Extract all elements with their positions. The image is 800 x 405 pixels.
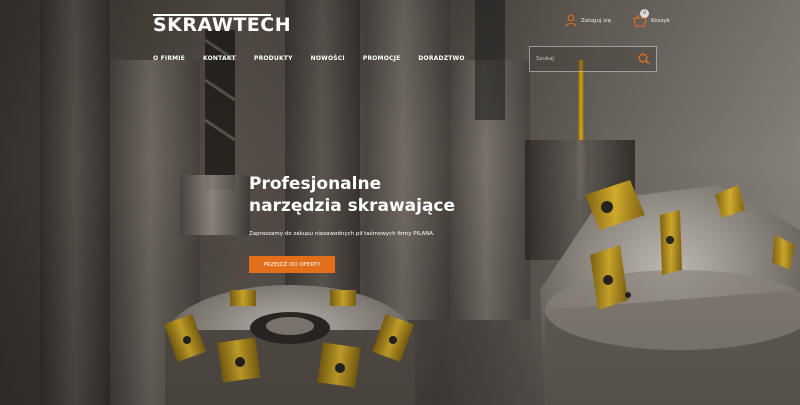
search-input[interactable] [536, 56, 626, 62]
nav-item-o-firmie[interactable]: O FIRMIE [153, 55, 185, 62]
hero-title-line-2: narzędzia skrawające [249, 196, 456, 216]
login-link[interactable]: Zaloguj się [565, 14, 611, 27]
logo-bar [153, 14, 271, 16]
search-box [529, 46, 657, 72]
go-to-offer-button[interactable]: PRZEJDŹ DO OFERTY [249, 256, 335, 273]
search-icon[interactable] [638, 53, 650, 65]
cart-count-badge: 0 [640, 9, 650, 18]
header-actions: Zaloguj się 0 Koszyk [565, 9, 670, 27]
cart-label: Koszyk [651, 17, 670, 24]
hero-banner: SKRAWTECH Zaloguj się 0 Koszyk O FIRMIE … [0, 0, 800, 405]
nav-item-promocje[interactable]: PROMOCJE [363, 55, 401, 62]
nav-item-kontakt[interactable]: KONTAKT [203, 55, 236, 62]
nav-item-doradztwo[interactable]: DORADZTWO [418, 55, 464, 62]
logo-text: SKRAWTECH [153, 14, 292, 36]
hero-subtitle: Zapraszamy do zakupu niezawodnych pił ta… [249, 231, 435, 237]
nav-item-produkty[interactable]: PRODUKTY [254, 55, 293, 62]
cart-link[interactable]: 0 Koszyk [633, 9, 670, 27]
login-label: Zaloguj się [581, 17, 612, 24]
main-nav: O FIRMIE KONTAKT PRODUKTY NOWOŚCI PROMOC… [153, 55, 483, 62]
user-icon [565, 14, 577, 27]
site-logo[interactable]: SKRAWTECH [153, 13, 291, 37]
nav-item-nowosci[interactable]: NOWOŚCI [311, 55, 345, 62]
hero-title: Profesjonalne narzędzia skrawające [249, 173, 509, 217]
hero-title-line-1: Profesjonalne [249, 174, 382, 194]
